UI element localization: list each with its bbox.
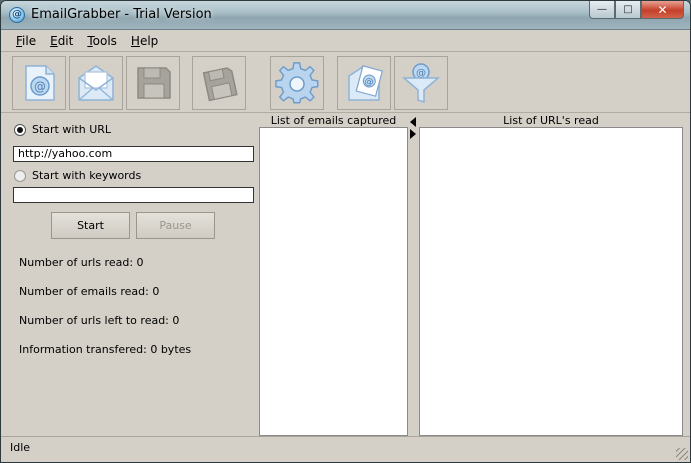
urls-read-value: 0	[136, 256, 144, 269]
menu-edit[interactable]: Edit	[43, 30, 80, 51]
urls-read-label: Number of urls read:	[19, 256, 134, 269]
maximize-button[interactable]: □	[615, 1, 641, 19]
status-bar: Idle	[1, 436, 690, 462]
search-settings-panel: Start with URL http://yahoo.com Start wi…	[1, 114, 259, 436]
close-icon: ✕	[657, 2, 668, 17]
new-email-button[interactable]: @	[12, 56, 66, 110]
menu-tools[interactable]: Tools	[80, 30, 124, 51]
save-disk-icon	[137, 67, 171, 99]
settings-gear-icon	[275, 62, 319, 104]
expand-right-icon[interactable]	[410, 129, 416, 139]
menu-bar: File Edit Tools Help	[1, 30, 690, 52]
emails-read-label: Number of emails read:	[19, 285, 149, 298]
save-button[interactable]	[126, 56, 180, 110]
urls-read-stat: Number of urls read: 0	[19, 256, 144, 269]
title-bar[interactable]: @ EmailGrabber - Trial Version — □ ✕	[1, 1, 690, 30]
toolbar: @ @ @	[1, 53, 690, 113]
email-filter-button[interactable]: @	[394, 56, 448, 110]
email-document-icon: @	[348, 65, 384, 101]
urls-left-label: Number of urls left to read:	[19, 314, 169, 327]
resize-grip-icon[interactable]	[676, 448, 688, 460]
email-document-button[interactable]: @	[337, 56, 391, 110]
urls-left-stat: Number of urls left to read: 0	[19, 314, 179, 327]
info-transfered-stat: Information transfered: 0 bytes	[19, 343, 191, 356]
emails-read-stat: Number of emails read: 0	[19, 285, 159, 298]
email-filter-icon: @	[401, 63, 441, 104]
url-option-label: Start with URL	[32, 123, 112, 136]
emails-read-value: 0	[152, 285, 160, 298]
pause-button[interactable]: Pause	[136, 212, 215, 239]
start-with-keywords-option[interactable]: Start with keywords	[14, 169, 141, 182]
emails-list-header: List of emails captured	[270, 114, 397, 127]
start-with-url-option[interactable]: Start with URL	[14, 123, 111, 136]
app-logo-icon[interactable]: @	[9, 7, 25, 23]
url-radio[interactable]	[14, 123, 26, 136]
urls-list[interactable]	[419, 127, 683, 436]
emails-list[interactable]	[259, 127, 408, 436]
save-as-disk-icon	[202, 67, 238, 102]
svg-text:@: @	[34, 80, 46, 94]
minimize-button[interactable]: —	[589, 1, 615, 19]
settings-button[interactable]	[270, 56, 324, 110]
open-email-button[interactable]	[69, 56, 123, 110]
email-open-icon	[78, 65, 114, 101]
menu-help[interactable]: Help	[124, 30, 165, 51]
urls-list-header: List of URL's read	[503, 114, 599, 127]
start-button[interactable]: Start	[51, 212, 130, 239]
maximize-icon: □	[623, 4, 633, 15]
keywords-input[interactable]	[13, 187, 254, 203]
email-new-icon: @	[25, 65, 55, 101]
minimize-icon: —	[597, 4, 607, 15]
close-button[interactable]: ✕	[641, 1, 684, 19]
collapse-left-icon[interactable]	[410, 117, 416, 127]
window-controls: — □ ✕	[589, 1, 684, 20]
status-text: Idle	[10, 441, 31, 454]
save-as-button[interactable]	[192, 56, 246, 110]
window-title: EmailGrabber - Trial Version	[31, 7, 212, 22]
keywords-radio[interactable]	[14, 169, 26, 182]
info-transfered-label: Information transfered:	[19, 343, 147, 356]
keywords-option-label: Start with keywords	[32, 169, 142, 182]
info-transfered-value: 0 bytes	[150, 343, 192, 356]
url-input[interactable]: http://yahoo.com	[13, 146, 254, 162]
app-window: @ EmailGrabber - Trial Version — □ ✕ Fil…	[0, 0, 691, 463]
panel-splitter[interactable]	[408, 114, 419, 436]
menu-file[interactable]: File	[9, 30, 43, 51]
urls-left-value: 0	[172, 314, 180, 327]
